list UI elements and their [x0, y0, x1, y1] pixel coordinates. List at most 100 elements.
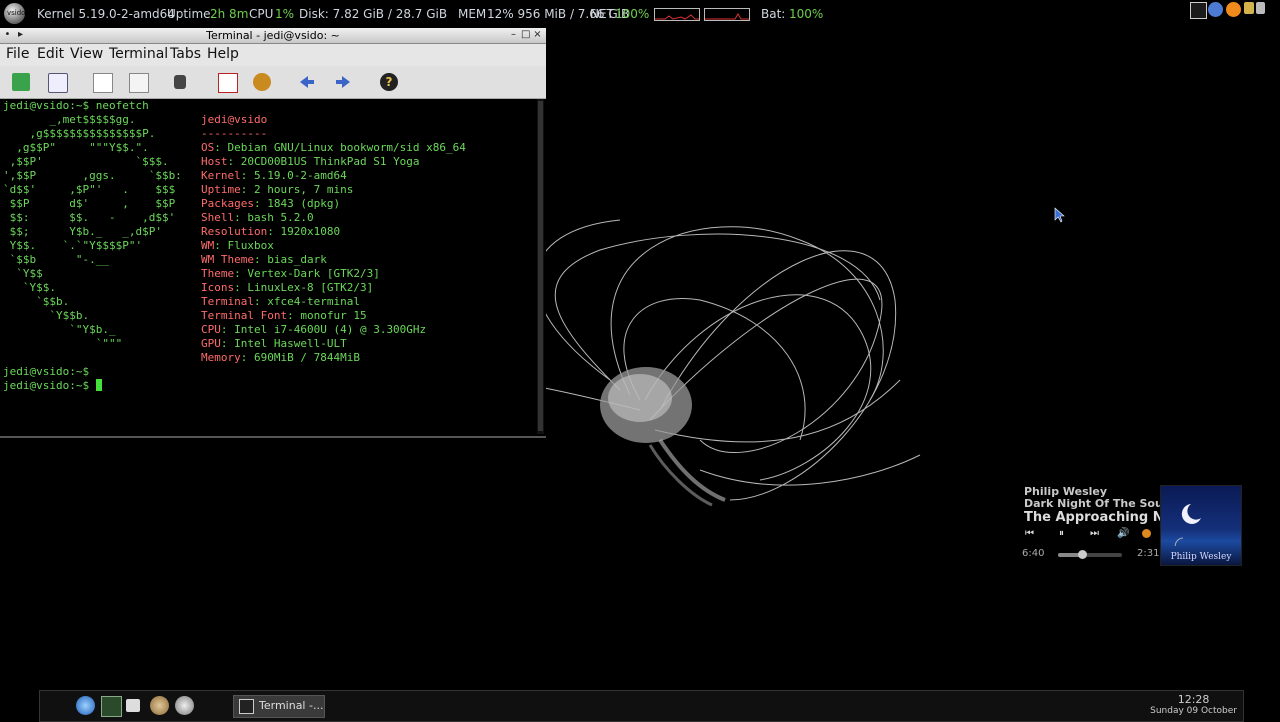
pause-icon[interactable]: ⏸ [1056, 528, 1067, 539]
info-label: Resolution [201, 225, 268, 238]
next-track-icon[interactable]: ⏭ [1089, 528, 1100, 539]
new-tab-icon[interactable] [12, 73, 30, 91]
system-info-line: Icons: LinuxLex-8 [GTK2/3] [201, 281, 373, 295]
info-label: OS [201, 141, 215, 154]
battery-tray-icon[interactable] [1244, 2, 1254, 14]
system-info-line: Memory: 690MiB / 7844MiB [201, 351, 360, 365]
taskbar-terminal-task[interactable]: Terminal -... [233, 695, 325, 718]
info-label: WM [201, 239, 215, 252]
vsido-launcher-icon[interactable] [175, 696, 194, 715]
maximize-icon[interactable]: □ [521, 30, 530, 40]
ascii-logo-line: ',$$P ,ggs. `$$b: [3, 169, 182, 182]
menu-terminal[interactable]: Terminal [109, 46, 168, 62]
command-line: jedi@vsido:~$ neofetch [3, 99, 149, 112]
paste-icon[interactable] [129, 73, 149, 93]
info-label: Host [201, 155, 228, 168]
info-value: : monofur 15 [287, 309, 367, 322]
terminal-window: • ▸ Terminal - jedi@vsido: ~ – □ × File … [0, 28, 546, 440]
menu-tabs[interactable]: Tabs [170, 46, 201, 62]
active-prompt-line[interactable]: jedi@vsido:~$ [3, 379, 102, 393]
info-label: Uptime [201, 183, 241, 196]
player-app-icon[interactable] [1142, 529, 1151, 538]
user-host: jedi@vsido [201, 113, 268, 126]
previous-tab-icon[interactable] [298, 73, 316, 91]
info-value: : 2 hours, 7 mins [240, 183, 354, 196]
battery-label: Bat: [761, 7, 786, 21]
system-info-line: WM Theme: bias_dark [201, 253, 327, 267]
ascii-logo-line: `d$$' ,$P"' . $$$ [3, 183, 176, 196]
system-info-line: Uptime: 2 hours, 7 mins [201, 183, 353, 197]
info-label: Kernel [201, 169, 241, 182]
moon-icon [1174, 504, 1201, 555]
media-launcher-icon[interactable] [150, 696, 169, 715]
terminal-titlebar[interactable]: • ▸ Terminal - jedi@vsido: ~ – □ × [0, 28, 546, 44]
search-icon[interactable] [174, 75, 186, 89]
info-value: : bash 5.2.0 [234, 211, 314, 224]
cpu-label: CPU [249, 7, 274, 21]
info-value: : Vertex-Dark [GTK2/3] [234, 267, 380, 280]
menu-file[interactable]: File [6, 46, 29, 62]
volume-icon[interactable]: 🔊 [1117, 528, 1129, 539]
settings-icon[interactable] [253, 73, 271, 91]
vsido-logo-icon[interactable]: vsido [4, 3, 25, 24]
cpu-value: 1% [275, 7, 295, 21]
network-tray-icon[interactable] [1208, 2, 1223, 17]
terminal-tray-icon[interactable] [1190, 2, 1207, 19]
info-value: : Fluxbox [214, 239, 274, 252]
update-tray-icon[interactable] [1226, 2, 1241, 17]
file-manager-launcher-icon[interactable] [126, 699, 140, 712]
scrollbar-thumb[interactable] [538, 101, 543, 431]
system-tray [1190, 2, 1266, 20]
minimize-icon[interactable]: – [509, 30, 518, 40]
menu-edit[interactable]: Edit [37, 46, 64, 62]
copy-icon[interactable] [93, 73, 113, 93]
system-monitor-bar: vsido Kernel 5.19.0-2-amd64 Uptime 2h 8m… [0, 0, 1280, 26]
album-cover: Philip Wesley [1160, 485, 1242, 566]
terminal-output[interactable]: jedi@vsido:~$ neofetch _,met$$$$$gg. ,g$… [0, 99, 535, 434]
uptime-value: 2h 8m [210, 7, 249, 21]
info-value: : 1920x1080 [267, 225, 341, 238]
prompt-line: jedi@vsido:~$ [3, 365, 90, 378]
info-value: : Debian GNU/Linux bookworm/sid x86_64 [214, 141, 466, 154]
info-label: Icons [201, 281, 235, 294]
disk-info: Disk: 7.82 GiB / 28.7 GiB [299, 7, 448, 21]
info-separator: ---------- [201, 127, 268, 140]
ascii-logo-line: `$$b "-.__ [3, 253, 109, 266]
elapsed-time: 6:40 [1022, 548, 1045, 559]
net-value: 100% [615, 7, 650, 21]
track-progress-knob[interactable] [1077, 550, 1087, 559]
track-progress-bar[interactable] [1058, 553, 1122, 557]
info-value: : xfce4-terminal [253, 295, 360, 308]
ascii-logo-line: `Y$$ [3, 267, 43, 280]
ascii-logo-line: ,g$$$$$$$$$$$$$$$P. [3, 127, 156, 140]
ascii-logo-line: $$; Y$b._ _,d$P' [3, 225, 162, 238]
info-label: GPU [201, 337, 221, 350]
ascii-logo-line: Y$$. `.`"Y$$$$P"' [3, 239, 143, 252]
help-icon[interactable]: ? [380, 73, 398, 91]
ascii-logo-line: `Y$$b. [3, 309, 90, 322]
next-tab-icon[interactable] [334, 73, 352, 91]
system-info-line: GPU: Intel Haswell-ULT [201, 337, 347, 351]
system-info-line: OS: Debian GNU/Linux bookworm/sid x86_64 [201, 141, 466, 155]
track-title: The Approaching Night [1024, 510, 1160, 525]
volume-tray-icon[interactable] [1256, 2, 1265, 14]
clock[interactable]: 12:28 Sunday 09 October [1150, 693, 1237, 716]
system-info-line: Resolution: 1920x1080 [201, 225, 340, 239]
ascii-logo-line: `"Y$b._ [3, 323, 116, 336]
battery-value: 100% [789, 7, 824, 21]
net-label: NET [590, 7, 614, 21]
browser-launcher-icon[interactable] [76, 696, 95, 715]
terminal-launcher-icon[interactable] [101, 696, 122, 717]
taskbar: Terminal -... 12:28 Sunday 09 October [39, 690, 1244, 722]
fullscreen-icon[interactable] [218, 73, 238, 93]
terminal-scrollbar[interactable] [537, 99, 544, 434]
menu-view[interactable]: View [70, 46, 103, 62]
uptime-label: Uptime [167, 7, 211, 21]
new-window-icon[interactable] [48, 73, 68, 93]
previous-track-icon[interactable]: ⏮ [1024, 528, 1035, 539]
remaining-time: 2:31 [1137, 548, 1160, 559]
info-label: Terminal Font [201, 309, 288, 322]
menu-help[interactable]: Help [207, 46, 239, 62]
close-icon[interactable]: × [533, 30, 542, 40]
info-label: Shell [201, 211, 235, 224]
